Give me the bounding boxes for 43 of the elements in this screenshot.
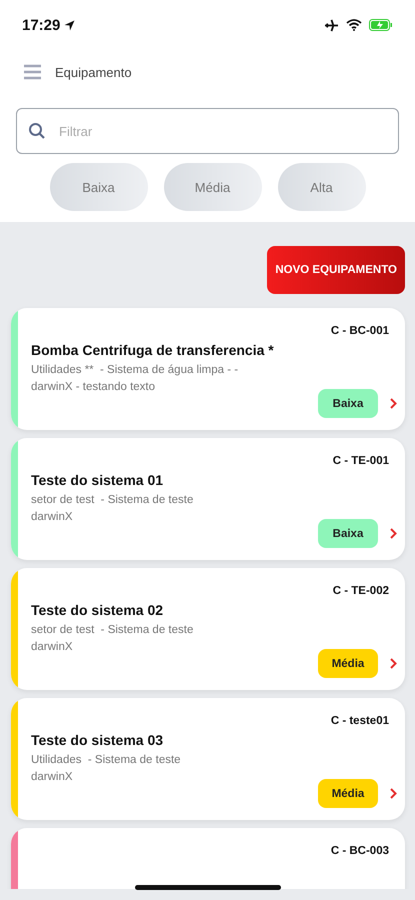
filter-chip[interactable]: Média bbox=[164, 163, 262, 211]
equipment-code: C - BC-001 bbox=[330, 324, 389, 339]
equipment-card[interactable]: C - BC-001 Bomba Centrifuga de transferencia * Utilidades ** - Sistema de água limpa - - darwinX - testando texto Baixa bbox=[11, 308, 405, 430]
equipment-name: Teste do sistema 02 bbox=[31, 602, 164, 618]
equipment-card[interactable]: C - teste01 Teste do sistema 03 Utilidades - Sistema de teste darwinX Média bbox=[11, 698, 405, 820]
clock: 17:29 bbox=[22, 16, 60, 34]
page-title: Equipamento bbox=[55, 64, 132, 80]
equipment-code: C - teste01 bbox=[330, 714, 389, 729]
chevron-right-icon[interactable] bbox=[390, 658, 397, 669]
equipment-owner: darwinX bbox=[31, 771, 74, 783]
new-equipment-button[interactable]: NOVO EQUIPAMENTO bbox=[267, 246, 405, 294]
filter-chip[interactable]: Alta bbox=[278, 163, 366, 211]
priority-badge: Média bbox=[318, 649, 378, 678]
equipment-owner: darwinX - testando texto bbox=[31, 381, 156, 393]
equipment-name: Teste do sistema 03 bbox=[31, 732, 164, 748]
equipment-location: Utilidades - Sistema de teste bbox=[31, 754, 182, 766]
battery-charging-icon bbox=[369, 19, 393, 31]
search-field[interactable]: Filtrar bbox=[16, 108, 399, 154]
priority-badge: Média bbox=[318, 779, 378, 808]
filter-chip[interactable]: Baixa bbox=[50, 163, 148, 211]
equipment-name: Teste do sistema 01 bbox=[31, 472, 164, 488]
search-icon bbox=[28, 122, 46, 140]
chevron-right-icon[interactable] bbox=[390, 398, 397, 409]
equipment-card[interactable]: C - TE-001 Teste do sistema 01 setor de test - Sistema de teste darwinX Baixa bbox=[11, 438, 405, 560]
equipment-card[interactable]: C - BC-003 bbox=[11, 828, 405, 889]
chevron-right-icon[interactable] bbox=[390, 788, 397, 799]
equipment-code: C - TE-001 bbox=[332, 454, 389, 469]
priority-badge: Baixa bbox=[318, 519, 378, 548]
airplane-icon bbox=[324, 18, 339, 32]
menu-icon[interactable] bbox=[24, 64, 41, 80]
location-arrow-icon bbox=[64, 20, 76, 30]
wifi-icon bbox=[346, 19, 362, 31]
equipment-location: Utilidades ** - Sistema de água limpa - - bbox=[31, 364, 240, 376]
equipment-location: setor de test - Sistema de teste bbox=[31, 494, 194, 506]
equipment-code: C - TE-002 bbox=[332, 584, 389, 599]
equipment-owner: darwinX bbox=[31, 641, 74, 653]
equipment-name: Bomba Centrifuga de transferencia * bbox=[31, 342, 275, 358]
priority-badge: Baixa bbox=[318, 389, 378, 418]
equipment-owner: darwinX bbox=[31, 511, 74, 523]
equipment-location: setor de test - Sistema de teste bbox=[31, 624, 194, 636]
equipment-code: C - BC-003 bbox=[330, 844, 389, 859]
chevron-right-icon[interactable] bbox=[390, 528, 397, 539]
equipment-card[interactable]: C - TE-002 Teste do sistema 02 setor de test - Sistema de teste darwinX Média bbox=[11, 568, 405, 690]
